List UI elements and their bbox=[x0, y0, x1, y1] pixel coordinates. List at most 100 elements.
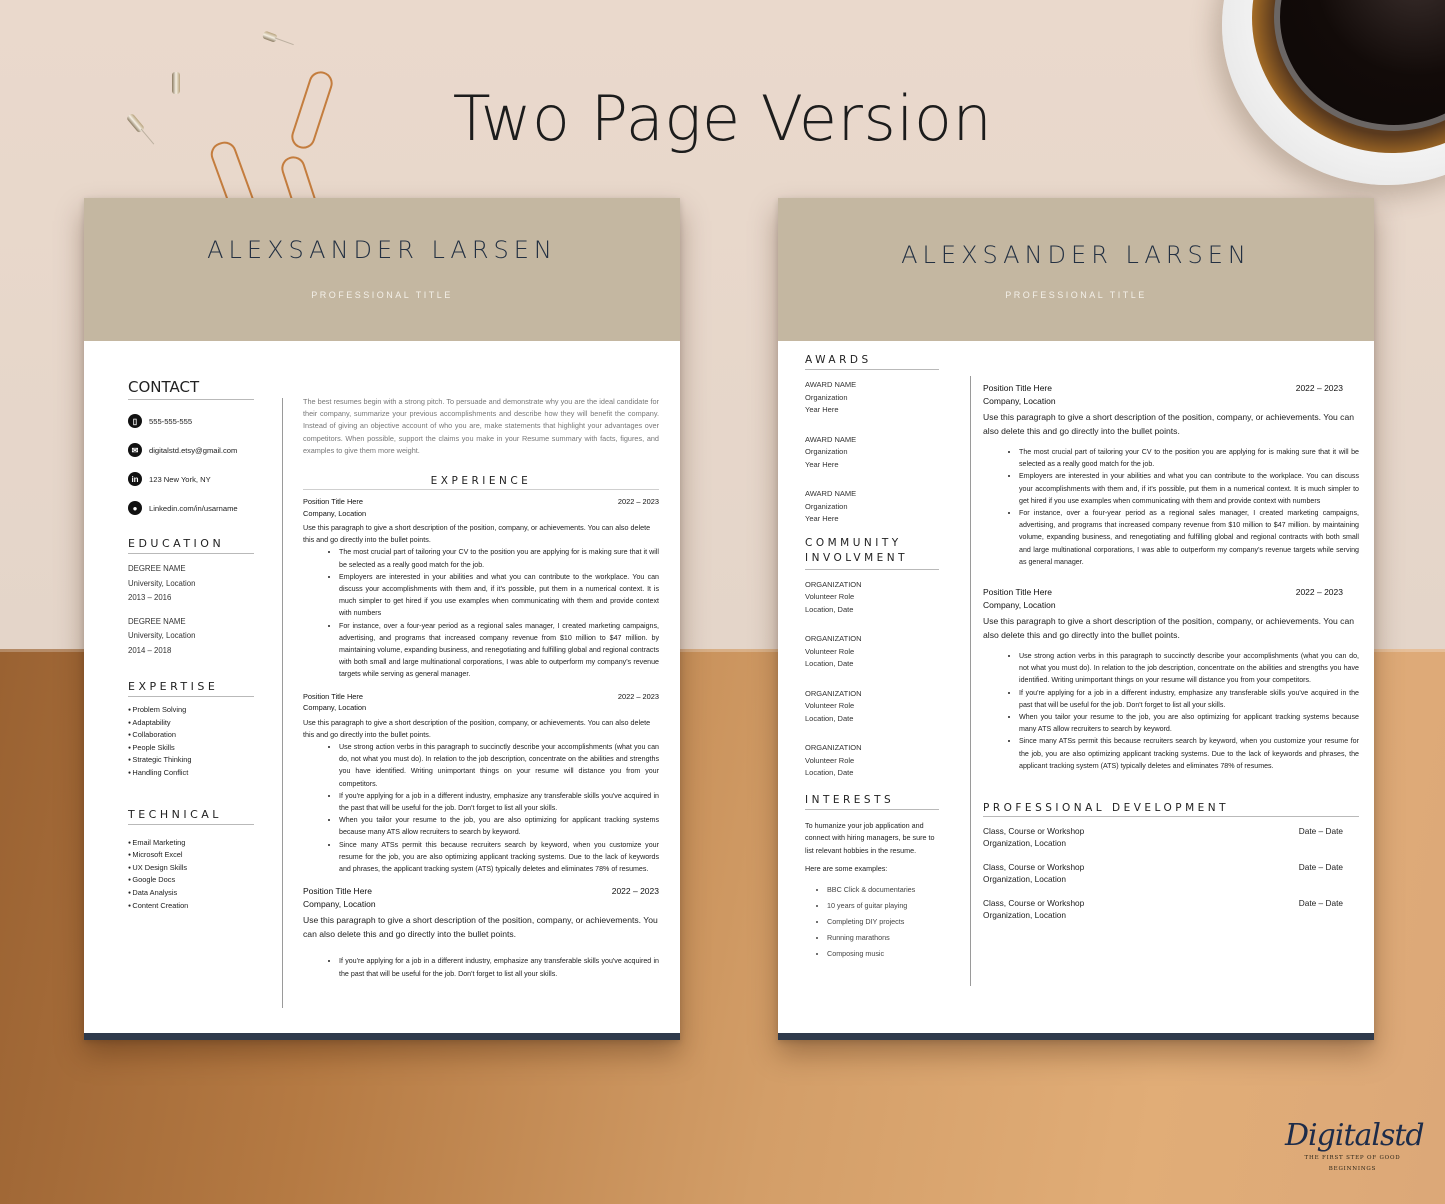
awards-heading: AWARDS bbox=[805, 354, 939, 370]
expertise-heading: EXPERTISE bbox=[128, 680, 254, 697]
list-item: The most crucial part of tailoring your … bbox=[1019, 446, 1359, 470]
job-entry: Position Title Here 2022 – 2023 Company, … bbox=[983, 586, 1359, 772]
interests-heading: INTERESTS bbox=[805, 794, 939, 810]
footer-bar bbox=[778, 1033, 1374, 1040]
list-item: Microsoft Excel bbox=[128, 849, 254, 862]
job-entry: Position Title Here 2022 – 2023 Company, … bbox=[983, 382, 1359, 568]
resume-header: ALEXSANDER LARSEN PROFESSIONAL TITLE bbox=[778, 198, 1374, 341]
column-divider bbox=[970, 376, 971, 986]
interests-examples-label: Here are some examples: bbox=[805, 864, 888, 873]
contact-heading: CONTACT bbox=[128, 378, 254, 400]
summary-paragraph: The best resumes begin with a strong pit… bbox=[303, 397, 659, 455]
education-list: DEGREE NAME University, Location 2013 – … bbox=[128, 562, 254, 658]
resume-name: ALEXSANDER LARSEN bbox=[901, 241, 1251, 269]
list-item: Email Marketing bbox=[128, 837, 254, 850]
contact-address: in 123 New York, NY bbox=[128, 472, 254, 486]
main-column: The best resumes begin with a strong pit… bbox=[303, 396, 659, 980]
list-item: Employers are interested in your abiliti… bbox=[1019, 470, 1359, 507]
interests-text: To humanize your job application and con… bbox=[805, 820, 935, 855]
job-company: Company, Location bbox=[303, 508, 367, 518]
award-item: AWARD NAME Organization Year Here bbox=[805, 489, 857, 523]
professional-title: PROFESSIONAL TITLE bbox=[311, 290, 453, 300]
footer-bar bbox=[84, 1033, 680, 1040]
community-item: ORGANIZATION Volunteer Role Location, Da… bbox=[805, 579, 862, 614]
job-entry: Position Title Here 2022 – 2023 Company, … bbox=[303, 691, 659, 876]
main-column: Position Title Here 2022 – 2023 Company, … bbox=[983, 382, 1359, 921]
list-item: Handling Conflict bbox=[128, 767, 254, 780]
list-item: Composing music bbox=[827, 946, 939, 962]
education-heading: EDUCATION bbox=[128, 537, 254, 554]
job-company: Company, Location bbox=[303, 898, 376, 909]
job-bullets: Use strong action verbs in this paragrap… bbox=[339, 741, 659, 875]
job-bullets: Use strong action verbs in this paragrap… bbox=[1019, 650, 1359, 772]
list-item: Collaboration bbox=[128, 729, 254, 742]
technical-list: Email Marketing Microsoft Excel UX Desig… bbox=[128, 837, 254, 913]
list-item: If you're applying for a job in a differ… bbox=[339, 955, 659, 979]
professional-development-heading: PROFESSIONAL DEVELOPMENT bbox=[983, 802, 1359, 818]
job-description: Use this paragraph to give a short descr… bbox=[303, 915, 658, 940]
list-item: When you tailor your resume to the job, … bbox=[339, 814, 659, 838]
job-dates: 2022 – 2023 bbox=[617, 691, 659, 701]
job-description: Use this paragraph to give a short descr… bbox=[983, 616, 1355, 641]
technical-heading: TECHNICAL bbox=[128, 808, 254, 825]
contact-email: ✉ digitalstd.etsy@gmail.com bbox=[128, 443, 254, 457]
linkedin-icon: in bbox=[128, 472, 142, 486]
email-icon: ✉ bbox=[128, 443, 142, 457]
job-description: Use this paragraph to give a short descr… bbox=[303, 523, 651, 545]
list-item: If you're applying for a job in a differ… bbox=[339, 790, 659, 814]
job-position: Position Title Here bbox=[983, 587, 1052, 598]
course-item: Class, Course or Workshop Date – Date Org… bbox=[983, 862, 1343, 885]
job-position: Position Title Here bbox=[303, 691, 363, 701]
job-position: Position Title Here bbox=[303, 497, 363, 507]
list-item: UX Design Skills bbox=[128, 862, 254, 875]
job-dates: 2022 – 2023 bbox=[617, 497, 659, 507]
experience-heading: EXPERIENCE bbox=[303, 475, 659, 491]
education-item: DEGREE NAME University, Location 2014 – … bbox=[128, 616, 196, 655]
job-description: Use this paragraph to give a short descr… bbox=[303, 717, 651, 739]
list-item: If you're applying for a job in a differ… bbox=[1019, 687, 1359, 711]
list-item: Strategic Thinking bbox=[128, 754, 254, 767]
brand-logo: Digitalstd THE FIRST STEP OF GOOD BEGINN… bbox=[1285, 1118, 1425, 1175]
list-item: For instance, over a four-year period as… bbox=[339, 620, 659, 681]
contact-linkedin: ● Linkedin.com/in/usarname bbox=[128, 501, 254, 515]
job-entry: Position Title Here 2022 – 2023 Company, … bbox=[303, 496, 659, 681]
list-item: Google Docs bbox=[128, 874, 254, 887]
list-item: When you tailor your resume to the job, … bbox=[1019, 711, 1359, 735]
list-item: Employers are interested in your abiliti… bbox=[339, 571, 659, 620]
resume-page-1: ALEXSANDER LARSEN PROFESSIONAL TITLE CON… bbox=[84, 198, 680, 1040]
list-item: Completing DIY projects bbox=[827, 914, 939, 930]
job-dates: 2022 – 2023 bbox=[1295, 383, 1343, 393]
professional-title: PROFESSIONAL TITLE bbox=[1005, 290, 1147, 300]
resume-page-2: ALEXSANDER LARSEN PROFESSIONAL TITLE AWA… bbox=[778, 198, 1374, 1040]
job-bullets: If you're applying for a job in a differ… bbox=[339, 955, 659, 979]
list-item: For instance, over a four-year period as… bbox=[1019, 507, 1359, 568]
job-position: Position Title Here bbox=[983, 383, 1052, 393]
interests-list: BBC Click & documentaries 10 years of gu… bbox=[827, 882, 939, 962]
list-item: Running marathons bbox=[827, 930, 939, 946]
job-entry: Position Title Here 2022 – 2023 Company, … bbox=[303, 885, 659, 979]
list-item: Since many ATSs permit this because recr… bbox=[1019, 735, 1359, 772]
list-item: The most crucial part of tailoring your … bbox=[339, 546, 659, 570]
job-company: Company, Location bbox=[983, 395, 1056, 406]
list-item: People Skills bbox=[128, 742, 254, 755]
community-item: ORGANIZATION Volunteer Role Location, Da… bbox=[805, 688, 862, 723]
job-description: Use this paragraph to give a short descr… bbox=[983, 412, 1355, 436]
job-bullets: The most crucial part of tailoring your … bbox=[1019, 446, 1359, 568]
job-company: Company, Location bbox=[983, 599, 1056, 610]
contact-phone: ▯ 555-555-555 bbox=[128, 414, 254, 428]
sidebar: CONTACT ▯ 555-555-555 ✉ digitalstd.etsy@… bbox=[128, 378, 254, 912]
column-divider bbox=[282, 398, 283, 1008]
community-item: ORGANIZATION Volunteer Role Location, Da… bbox=[805, 634, 862, 668]
list-item: Problem Solving bbox=[128, 704, 254, 717]
community-item: ORGANIZATION Volunteer Role Location, Da… bbox=[805, 743, 862, 777]
headline: Two Page Version bbox=[452, 82, 993, 155]
list-item: Since many ATSs permit this because recr… bbox=[339, 839, 659, 876]
brand-name: Digitalstd bbox=[1285, 1118, 1425, 1153]
list-item: Data Analysis bbox=[128, 887, 254, 900]
job-dates: 2022 – 2023 bbox=[611, 886, 659, 897]
list-item: Use strong action verbs in this paragrap… bbox=[339, 741, 659, 790]
location-pin-icon: ● bbox=[128, 501, 142, 515]
job-company: Company, Location bbox=[303, 703, 367, 713]
brand-tagline: THE FIRST STEP OF GOOD BEGINNINGS bbox=[1304, 1155, 1401, 1172]
community-heading: COMMUNITY INVOLVMENT bbox=[805, 536, 939, 570]
